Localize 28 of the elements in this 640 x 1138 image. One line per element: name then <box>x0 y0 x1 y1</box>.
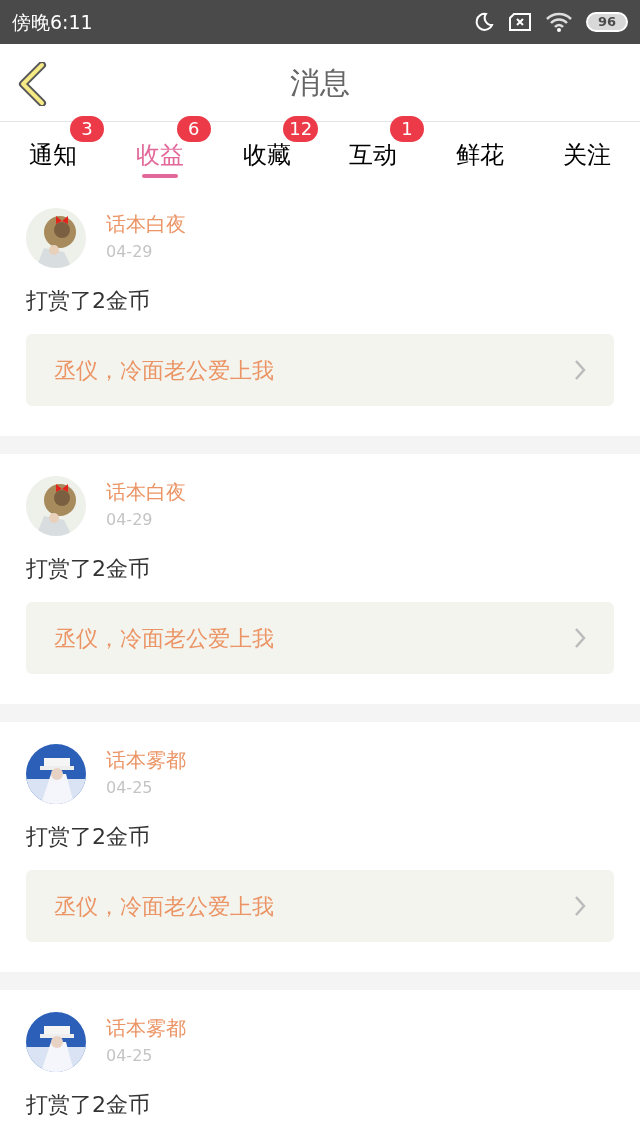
chevron-icon <box>574 627 586 649</box>
count-badge: 1 <box>390 116 424 142</box>
message-date: 04-25 <box>106 777 154 799</box>
page-title: 消息 <box>290 64 350 102</box>
user-name: 话本雾都 <box>106 1015 186 1042</box>
wifi-icon <box>545 12 572 32</box>
tab[interactable]: 鲜花 <box>456 122 504 186</box>
tab-indicator <box>142 174 178 178</box>
sim-icon <box>507 12 532 32</box>
count-badge: 12 <box>283 116 319 142</box>
chevron-icon <box>574 359 586 381</box>
count-badge: 6 <box>176 116 211 142</box>
message-date: 04-25 <box>106 1045 154 1067</box>
message-text: 打赏了2金币 <box>26 555 151 583</box>
user-name: 话本白夜 <box>106 479 186 506</box>
message-text: 打赏了2金币 <box>26 1091 151 1119</box>
status-time: 傍晚6:11 <box>12 9 93 35</box>
tab[interactable]: 关注 <box>562 122 611 186</box>
battery-indicator: 96 <box>585 12 628 32</box>
user-name: 话本白夜 <box>106 211 186 238</box>
message-date: 04-29 <box>106 509 154 531</box>
message-text: 打赏了2金币 <box>26 287 151 315</box>
user-name: 话本雾都 <box>106 747 186 774</box>
message-date: 04-29 <box>106 241 154 263</box>
chevron-icon <box>574 895 586 917</box>
back-icon[interactable] <box>18 62 48 106</box>
count-badge: 3 <box>70 116 104 142</box>
message-text: 打赏了2金币 <box>26 823 151 851</box>
